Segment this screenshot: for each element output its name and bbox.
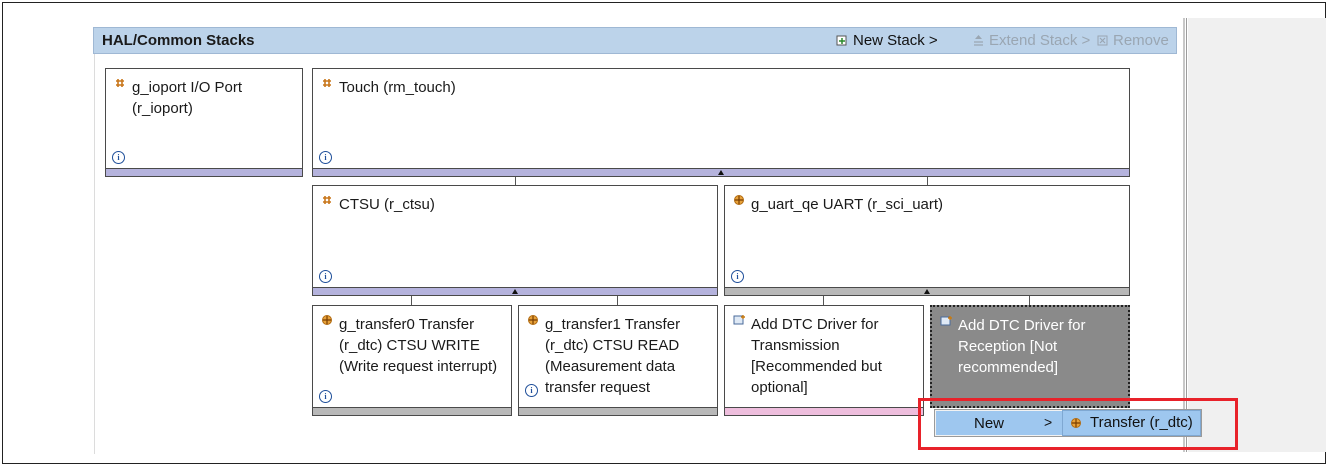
module-block-ctsu[interactable]: CTSU (r_ctsu) i [312, 185, 718, 288]
block-label: g_uart_qe UART (r_sci_uart) [751, 196, 944, 213]
add-driver-icon [733, 313, 745, 325]
annotation-highlight-box [918, 398, 1238, 450]
block-label: g_transfer1 Transfer (r_dtc) CTSU READ (… [545, 316, 681, 396]
block-status-bar [312, 408, 512, 416]
block-label: Add DTC Driver for Transmission [Recomme… [751, 316, 882, 396]
extend-stack-icon [972, 34, 985, 47]
extend-stack-button[interactable]: Extend Stack > [972, 32, 1090, 49]
panel-divider[interactable] [1183, 18, 1185, 452]
block-label: Add DTC Driver for Reception [Not recomm… [958, 317, 1086, 376]
module-block-touch[interactable]: Touch (rm_touch) i [312, 68, 1130, 169]
module-block-transfer0[interactable]: g_transfer0 Transfer (r_dtc) CTSU WRITE … [312, 305, 512, 408]
module-icon [321, 193, 333, 205]
new-stack-icon [836, 34, 849, 47]
remove-button[interactable]: Remove [1096, 32, 1169, 49]
info-icon[interactable]: i [112, 151, 125, 164]
collapse-arrow-icon[interactable] [512, 289, 518, 294]
block-label: g_transfer0 Transfer (r_dtc) CTSU WRITE … [339, 316, 498, 375]
remove-icon [1096, 34, 1109, 47]
collapse-arrow-icon[interactable] [924, 289, 930, 294]
info-icon[interactable]: i [731, 270, 744, 283]
remove-label: Remove [1113, 32, 1169, 49]
add-driver-icon [940, 314, 952, 326]
block-status-bar [105, 169, 303, 177]
block-label: g_ioport I/O Port (r_ioport) [132, 79, 243, 117]
module-icon [527, 313, 539, 325]
connector-line [515, 177, 516, 185]
right-pane [1188, 18, 1326, 452]
module-icon [114, 76, 126, 88]
add-driver-block-transmission[interactable]: Add DTC Driver for Transmission [Recomme… [724, 305, 924, 408]
collapse-arrow-icon[interactable] [718, 170, 724, 175]
connector-line [823, 296, 824, 305]
info-icon[interactable]: i [319, 390, 332, 403]
panel-divider-shadow [1186, 18, 1187, 452]
connector-line [411, 296, 412, 305]
block-status-bar [724, 408, 924, 416]
connector-line [617, 296, 618, 305]
module-block-transfer1[interactable]: g_transfer1 Transfer (r_dtc) CTSU READ (… [518, 305, 718, 408]
module-block-uart[interactable]: g_uart_qe UART (r_sci_uart) i [724, 185, 1130, 288]
info-icon[interactable]: i [319, 270, 332, 283]
module-block-ioport[interactable]: g_ioport I/O Port (r_ioport) i [105, 68, 303, 169]
stacks-header: HAL/Common Stacks New Stack > Extend Sta… [93, 27, 1177, 54]
block-status-bar [518, 408, 718, 416]
info-icon[interactable]: i [319, 151, 332, 164]
add-driver-block-reception[interactable]: Add DTC Driver for Reception [Not recomm… [930, 305, 1130, 408]
block-label: Touch (rm_touch) [339, 79, 456, 96]
module-icon [321, 313, 333, 325]
connector-line [927, 177, 928, 185]
extend-stack-label: Extend Stack > [989, 32, 1091, 49]
new-stack-label: New Stack > [853, 32, 938, 49]
header-title: HAL/Common Stacks [102, 32, 255, 49]
info-icon[interactable]: i [525, 384, 538, 397]
module-icon [733, 193, 745, 205]
block-label: CTSU (r_ctsu) [339, 196, 435, 213]
new-stack-button[interactable]: New Stack > [836, 32, 938, 49]
connector-line [1029, 296, 1030, 305]
module-icon [321, 76, 333, 88]
